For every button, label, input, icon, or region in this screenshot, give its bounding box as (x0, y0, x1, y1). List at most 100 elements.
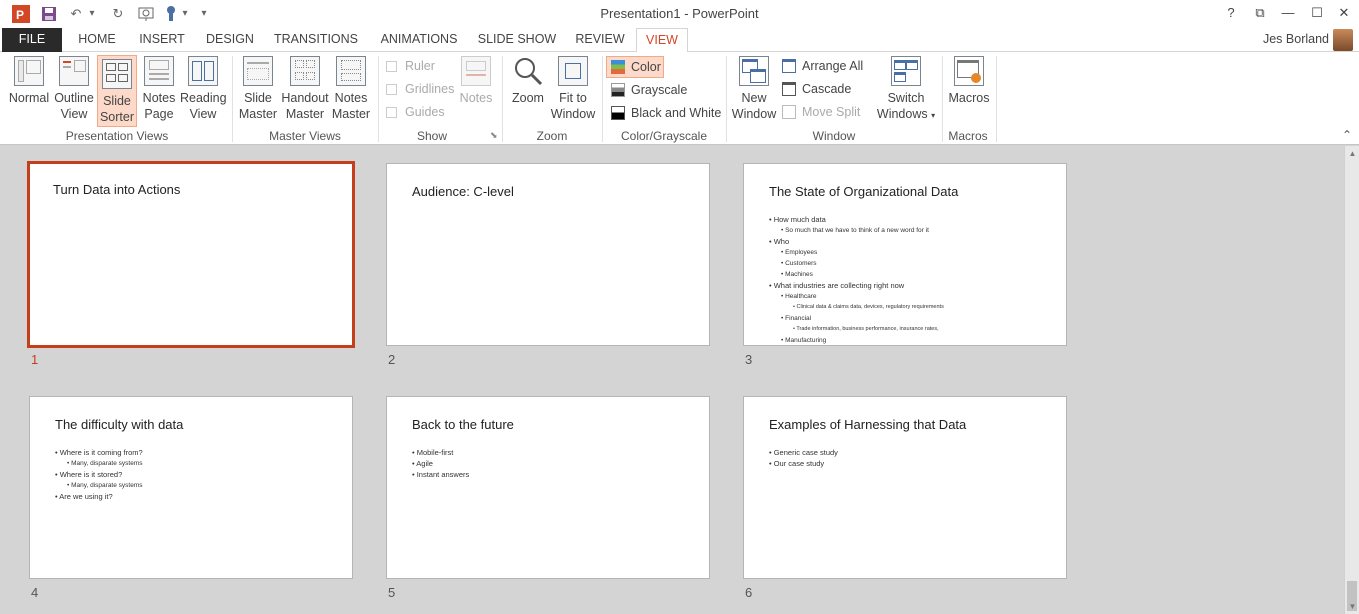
user-name[interactable]: Jes Borland (1263, 32, 1329, 46)
new-window-label-2: Window (731, 107, 777, 121)
color-label: Color (631, 60, 661, 74)
slide-master-button[interactable]: Slide Master (238, 56, 278, 126)
slide-bullet: So much that we have to think of a new w… (769, 225, 944, 236)
fit-to-window-label-2: Window (550, 107, 596, 121)
slide-bullet: How much data (769, 214, 944, 225)
ribbon-display-options-icon[interactable]: ⧉ (1249, 3, 1271, 23)
guides-label: Guides (405, 105, 445, 119)
color-button[interactable]: Color (606, 56, 664, 78)
slide-thumbnail[interactable]: Back to the future Mobile-firstAgileInsta… (386, 396, 710, 579)
gridlines-checkbox[interactable]: Gridlines (386, 82, 454, 96)
slide-sorter-button[interactable]: Slide Sorter (97, 55, 137, 127)
notes-page-label-1: Notes (142, 91, 176, 105)
tab-view[interactable]: VIEW (636, 28, 688, 53)
move-split-label: Move Split (802, 105, 861, 119)
notes-toggle-button[interactable]: Notes (456, 56, 496, 126)
slide-thumbnail[interactable]: Turn Data into Actions (27, 161, 355, 348)
window-group-label: Window (812, 129, 856, 143)
fit-to-window-button[interactable]: Fit to Window (550, 56, 596, 126)
slide-title: The difficulty with data (55, 417, 184, 432)
show-dialog-launcher-icon[interactable]: ⬊ (490, 130, 498, 141)
color-swatch-icon (611, 60, 625, 74)
slide-thumbnail[interactable]: The difficulty with data Where is it comi… (29, 396, 353, 579)
slide-number: 5 (388, 585, 396, 600)
handout-master-button[interactable]: Handout Master (280, 56, 330, 126)
tab-transitions[interactable]: TRANSITIONS (272, 28, 360, 52)
new-window-button[interactable]: New Window (730, 56, 778, 126)
ruler-checkbox[interactable]: Ruler (386, 59, 435, 73)
title-bar: P ↶ ▾ ↻ ▾ ▾ Presentation1 - PowerPoint ?… (0, 0, 1359, 28)
macros-group-label: Macros (948, 129, 988, 143)
slide-bullet: Trade information, business performance,… (769, 324, 944, 335)
slide-bullet: Employees (769, 247, 944, 258)
switch-windows-button[interactable]: Switch Windows ▾ (874, 56, 938, 126)
slide-sorter-label-1: Slide (103, 94, 131, 108)
slide-title: Back to the future (412, 417, 514, 432)
ruler-checkbox-box (386, 60, 397, 72)
tab-review[interactable]: REVIEW (570, 28, 630, 52)
gridlines-label: Gridlines (405, 82, 455, 96)
slide-bullet: Manufacturing (769, 335, 944, 345)
close-button[interactable]: ✕ (1333, 3, 1355, 23)
slide-thumbnail[interactable]: Examples of Harnessing that Data Generic … (743, 396, 1067, 579)
ribbon: Normal Outline View Slide Sorter Notes P… (0, 52, 1359, 145)
cascade-button[interactable]: Cascade (782, 79, 851, 99)
move-split-button[interactable]: Move Split (782, 102, 860, 122)
black-and-white-button[interactable]: Black and White (611, 103, 721, 123)
outline-view-button[interactable]: Outline View (52, 56, 96, 126)
notes-master-label-1: Notes (334, 91, 368, 105)
black-and-white-label: Black and White (631, 106, 722, 120)
grayscale-swatch-icon (611, 83, 625, 97)
slide-number: 4 (31, 585, 39, 600)
vertical-scrollbar[interactable]: ▲ ▼ (1344, 146, 1359, 614)
switch-windows-label-1: Switch (887, 91, 925, 105)
handout-master-icon (290, 56, 320, 86)
notes-page-icon (144, 56, 174, 86)
tab-design[interactable]: DESIGN (202, 28, 258, 52)
maximize-button[interactable]: ☐ (1306, 3, 1328, 23)
notes-master-button[interactable]: Notes Master (331, 56, 371, 126)
tab-insert[interactable]: INSERT (136, 28, 188, 52)
grayscale-button[interactable]: Grayscale (611, 80, 687, 100)
slide-title: Turn Data into Actions (53, 182, 181, 197)
cascade-label: Cascade (802, 82, 852, 96)
fit-to-window-icon (558, 56, 588, 86)
scroll-down-icon[interactable]: ▼ (1345, 599, 1359, 614)
slide-title: Examples of Harnessing that Data (769, 417, 967, 432)
slide-master-icon (243, 56, 273, 86)
handout-master-label-2: Master (285, 107, 325, 121)
collapse-ribbon-icon[interactable]: ⌃ (1342, 128, 1352, 142)
macros-button[interactable]: Macros (946, 56, 992, 126)
normal-view-label: Normal (8, 91, 50, 105)
normal-view-button[interactable]: Normal (6, 56, 52, 126)
notes-toggle-icon (461, 56, 491, 86)
window-title: Presentation1 - PowerPoint (600, 6, 759, 21)
grayscale-label: Grayscale (631, 83, 688, 97)
arrange-all-button[interactable]: Arrange All (782, 56, 863, 76)
fit-to-window-label-1: Fit to (559, 91, 587, 105)
notes-page-button[interactable]: Notes Page (139, 56, 179, 126)
reading-view-button[interactable]: Reading View (180, 56, 227, 126)
slide-bullet-list: Mobile-firstAgileInstant answers (412, 447, 469, 480)
help-icon[interactable]: ? (1220, 3, 1242, 23)
switch-windows-label-2: Windows ▾ (874, 106, 938, 124)
cascade-icon (782, 82, 796, 96)
zoom-button[interactable]: Zoom (508, 56, 548, 126)
presentation-views-group-label: Presentation Views (65, 129, 169, 143)
switch-windows-dropdown-icon: ▾ (931, 111, 936, 120)
outline-view-label-2: View (60, 107, 88, 121)
arrange-all-icon (782, 59, 796, 73)
guides-checkbox[interactable]: Guides (386, 105, 445, 119)
slide-thumbnail[interactable]: Audience: C-level (386, 163, 710, 346)
slide-bullet: Generic case study (769, 447, 838, 458)
scroll-up-icon[interactable]: ▲ (1345, 146, 1359, 161)
slide-thumbnail[interactable]: The State of Organizational Data How much… (743, 163, 1067, 346)
tab-animations[interactable]: ANIMATIONS (374, 28, 464, 52)
slide-bullet: Instant answers (412, 469, 470, 480)
avatar[interactable] (1333, 29, 1353, 51)
tab-slide-show[interactable]: SLIDE SHOW (476, 28, 558, 52)
minimize-button[interactable]: — (1277, 3, 1299, 23)
arrange-all-label: Arrange All (802, 59, 864, 73)
tab-home[interactable]: HOME (72, 28, 122, 52)
tab-file[interactable]: FILE (2, 28, 62, 52)
